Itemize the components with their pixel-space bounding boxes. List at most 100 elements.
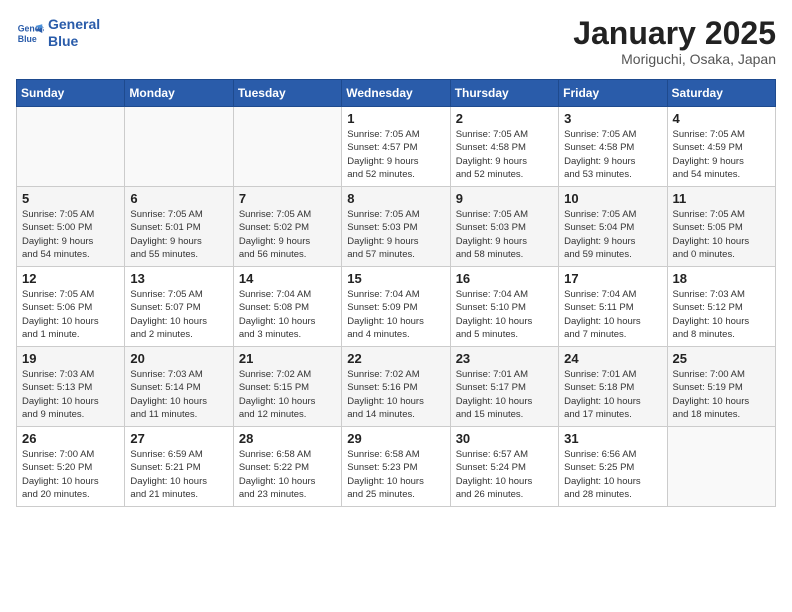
logo: General Blue General Blue (16, 16, 100, 50)
day-info: Sunrise: 7:01 AM Sunset: 5:18 PM Dayligh… (564, 368, 661, 421)
day-info: Sunrise: 6:58 AM Sunset: 5:23 PM Dayligh… (347, 448, 444, 501)
day-number: 28 (239, 431, 336, 446)
calendar-cell: 16Sunrise: 7:04 AM Sunset: 5:10 PM Dayli… (450, 267, 558, 347)
calendar-cell: 26Sunrise: 7:00 AM Sunset: 5:20 PM Dayli… (17, 427, 125, 507)
day-number: 17 (564, 271, 661, 286)
calendar-cell: 5Sunrise: 7:05 AM Sunset: 5:00 PM Daylig… (17, 187, 125, 267)
day-info: Sunrise: 7:05 AM Sunset: 5:04 PM Dayligh… (564, 208, 661, 261)
title-block: January 2025 Moriguchi, Osaka, Japan (573, 16, 776, 67)
calendar-cell: 23Sunrise: 7:01 AM Sunset: 5:17 PM Dayli… (450, 347, 558, 427)
calendar-cell: 31 Sunrise: 6:56 AM Sunset: 5:25 PM Dayli… (559, 427, 667, 507)
weekday-header-tuesday: Tuesday (233, 80, 341, 107)
day-number: 25 (673, 351, 770, 366)
day-info: Sunrise: 6:56 AM Sunset: 5:25 PM Dayligh… (564, 448, 661, 501)
day-info: Sunrise: 7:03 AM Sunset: 5:14 PM Dayligh… (130, 368, 227, 421)
calendar-cell: 4 Sunrise: 7:05 AM Sunset: 4:59 PM Daylig… (667, 107, 775, 187)
calendar-cell: 28 Sunrise: 6:58 AM Sunset: 5:22 PM Dayli… (233, 427, 341, 507)
calendar-cell: 14 Sunrise: 7:04 AM Sunset: 5:08 PM Dayli… (233, 267, 341, 347)
day-info: Sunrise: 7:01 AM Sunset: 5:17 PM Dayligh… (456, 368, 553, 421)
calendar-cell (17, 107, 125, 187)
day-number: 22 (347, 351, 444, 366)
calendar-cell: 21 Sunrise: 7:02 AM Sunset: 5:15 PM Dayli… (233, 347, 341, 427)
week-row-2: 5Sunrise: 7:05 AM Sunset: 5:00 PM Daylig… (17, 187, 776, 267)
day-number: 31 (564, 431, 661, 446)
day-number: 4 (673, 111, 770, 126)
day-number: 29 (347, 431, 444, 446)
day-info: Sunrise: 7:05 AM Sunset: 5:01 PM Dayligh… (130, 208, 227, 261)
week-row-3: 12 Sunrise: 7:05 AM Sunset: 5:06 PM Dayli… (17, 267, 776, 347)
calendar-cell: 18Sunrise: 7:03 AM Sunset: 5:12 PM Dayli… (667, 267, 775, 347)
calendar-cell: 11Sunrise: 7:05 AM Sunset: 5:05 PM Dayli… (667, 187, 775, 267)
weekday-header-monday: Monday (125, 80, 233, 107)
weekday-header-wednesday: Wednesday (342, 80, 450, 107)
page-header: General Blue General Blue January 2025 M… (16, 16, 776, 67)
day-number: 7 (239, 191, 336, 206)
weekday-header-friday: Friday (559, 80, 667, 107)
day-number: 9 (456, 191, 553, 206)
day-info: Sunrise: 7:05 AM Sunset: 5:05 PM Dayligh… (673, 208, 770, 261)
day-info: Sunrise: 6:59 AM Sunset: 5:21 PM Dayligh… (130, 448, 227, 501)
weekday-header-saturday: Saturday (667, 80, 775, 107)
day-info: Sunrise: 7:04 AM Sunset: 5:10 PM Dayligh… (456, 288, 553, 341)
day-info: Sunrise: 7:04 AM Sunset: 5:08 PM Dayligh… (239, 288, 336, 341)
day-info: Sunrise: 7:05 AM Sunset: 5:00 PM Dayligh… (22, 208, 119, 261)
location: Moriguchi, Osaka, Japan (573, 51, 776, 67)
day-number: 2 (456, 111, 553, 126)
day-info: Sunrise: 7:05 AM Sunset: 5:03 PM Dayligh… (347, 208, 444, 261)
calendar-cell: 22 Sunrise: 7:02 AM Sunset: 5:16 PM Dayli… (342, 347, 450, 427)
calendar-cell: 30Sunrise: 6:57 AM Sunset: 5:24 PM Dayli… (450, 427, 558, 507)
calendar-cell: 8Sunrise: 7:05 AM Sunset: 5:03 PM Daylig… (342, 187, 450, 267)
calendar-cell: 20 Sunrise: 7:03 AM Sunset: 5:14 PM Dayli… (125, 347, 233, 427)
day-number: 19 (22, 351, 119, 366)
logo-text: General Blue (48, 16, 100, 50)
weekday-header-row: SundayMondayTuesdayWednesdayThursdayFrid… (17, 80, 776, 107)
calendar-cell: 10Sunrise: 7:05 AM Sunset: 5:04 PM Dayli… (559, 187, 667, 267)
calendar-cell: 17Sunrise: 7:04 AM Sunset: 5:11 PM Dayli… (559, 267, 667, 347)
day-info: Sunrise: 7:05 AM Sunset: 4:57 PM Dayligh… (347, 128, 444, 181)
calendar-table: SundayMondayTuesdayWednesdayThursdayFrid… (16, 79, 776, 507)
day-number: 21 (239, 351, 336, 366)
day-number: 1 (347, 111, 444, 126)
day-number: 12 (22, 271, 119, 286)
day-info: Sunrise: 7:04 AM Sunset: 5:09 PM Dayligh… (347, 288, 444, 341)
day-number: 14 (239, 271, 336, 286)
day-number: 24 (564, 351, 661, 366)
day-info: Sunrise: 7:05 AM Sunset: 5:07 PM Dayligh… (130, 288, 227, 341)
day-number: 27 (130, 431, 227, 446)
calendar-cell: 9 Sunrise: 7:05 AM Sunset: 5:03 PM Daylig… (450, 187, 558, 267)
calendar-cell: 12 Sunrise: 7:05 AM Sunset: 5:06 PM Dayli… (17, 267, 125, 347)
logo-line1: General (48, 16, 100, 32)
calendar-cell (233, 107, 341, 187)
day-number: 13 (130, 271, 227, 286)
day-info: Sunrise: 7:05 AM Sunset: 5:06 PM Dayligh… (22, 288, 119, 341)
logo-line2: Blue (48, 33, 78, 49)
day-info: Sunrise: 7:05 AM Sunset: 5:02 PM Dayligh… (239, 208, 336, 261)
weekday-header-sunday: Sunday (17, 80, 125, 107)
month-title: January 2025 (573, 16, 776, 51)
calendar-cell: 3Sunrise: 7:05 AM Sunset: 4:58 PM Daylig… (559, 107, 667, 187)
day-info: Sunrise: 7:02 AM Sunset: 5:16 PM Dayligh… (347, 368, 444, 421)
calendar-cell: 15Sunrise: 7:04 AM Sunset: 5:09 PM Dayli… (342, 267, 450, 347)
day-number: 18 (673, 271, 770, 286)
day-info: Sunrise: 7:00 AM Sunset: 5:20 PM Dayligh… (22, 448, 119, 501)
calendar-cell: 25 Sunrise: 7:00 AM Sunset: 5:19 PM Dayli… (667, 347, 775, 427)
day-info: Sunrise: 7:02 AM Sunset: 5:15 PM Dayligh… (239, 368, 336, 421)
week-row-4: 19Sunrise: 7:03 AM Sunset: 5:13 PM Dayli… (17, 347, 776, 427)
weekday-header-thursday: Thursday (450, 80, 558, 107)
day-info: Sunrise: 7:00 AM Sunset: 5:19 PM Dayligh… (673, 368, 770, 421)
calendar-cell: 27 Sunrise: 6:59 AM Sunset: 5:21 PM Dayli… (125, 427, 233, 507)
day-info: Sunrise: 7:05 AM Sunset: 5:03 PM Dayligh… (456, 208, 553, 261)
calendar-cell (125, 107, 233, 187)
day-number: 3 (564, 111, 661, 126)
day-info: Sunrise: 6:58 AM Sunset: 5:22 PM Dayligh… (239, 448, 336, 501)
svg-text:Blue: Blue (18, 34, 37, 44)
calendar-cell: 1 Sunrise: 7:05 AM Sunset: 4:57 PM Daylig… (342, 107, 450, 187)
week-row-5: 26Sunrise: 7:00 AM Sunset: 5:20 PM Dayli… (17, 427, 776, 507)
calendar-cell: 13 Sunrise: 7:05 AM Sunset: 5:07 PM Dayli… (125, 267, 233, 347)
calendar-cell: 19Sunrise: 7:03 AM Sunset: 5:13 PM Dayli… (17, 347, 125, 427)
calendar-cell: 2Sunrise: 7:05 AM Sunset: 4:58 PM Daylig… (450, 107, 558, 187)
day-number: 20 (130, 351, 227, 366)
calendar-cell: 24 Sunrise: 7:01 AM Sunset: 5:18 PM Dayli… (559, 347, 667, 427)
day-info: Sunrise: 7:05 AM Sunset: 4:59 PM Dayligh… (673, 128, 770, 181)
week-row-1: 1 Sunrise: 7:05 AM Sunset: 4:57 PM Daylig… (17, 107, 776, 187)
